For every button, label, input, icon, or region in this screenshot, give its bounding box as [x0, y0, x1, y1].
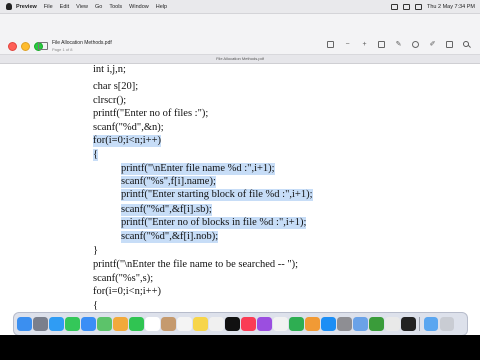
finder-icon[interactable]: [17, 316, 32, 332]
news-icon[interactable]: [273, 316, 288, 332]
code-line: printf("\nEnter file name %d :",i+1);: [121, 163, 275, 175]
menu-clock[interactable]: Thu 2 May 7:34 PM: [427, 4, 475, 10]
close-button[interactable]: [8, 42, 17, 51]
facetime-icon[interactable]: [129, 316, 144, 332]
page-indicator: Page 1 of 8: [52, 47, 73, 52]
preview-icon[interactable]: [353, 316, 368, 332]
menu-bar: Preview File Edit View Go Tools Window H…: [0, 0, 480, 14]
code-line: scanf("%s",f[i].name);: [121, 176, 216, 188]
launchpad-icon[interactable]: [33, 316, 48, 332]
letterbox-bar: [0, 335, 480, 360]
maps-icon[interactable]: [97, 316, 112, 332]
podcasts-icon[interactable]: [257, 316, 272, 332]
appstore-icon[interactable]: [321, 316, 336, 332]
share-icon[interactable]: [378, 41, 385, 48]
info-icon[interactable]: [327, 41, 334, 48]
menu-edit[interactable]: Edit: [60, 4, 69, 10]
search-icon[interactable]: [463, 41, 470, 48]
control-center-icon[interactable]: [415, 3, 422, 10]
form-icon[interactable]: [446, 41, 453, 48]
code-line: scanf("%d",&f[i].sb);: [121, 204, 212, 216]
downloads-icon[interactable]: [423, 316, 438, 332]
markup-icon[interactable]: ✐: [429, 41, 436, 48]
battery-icon[interactable]: [391, 3, 398, 10]
pages-icon[interactable]: [305, 316, 320, 332]
status-area: Thu 2 May 7:34 PM: [391, 0, 475, 13]
minimize-button[interactable]: [21, 42, 30, 51]
dock-separator: [419, 317, 420, 331]
menu-go[interactable]: Go: [95, 4, 102, 10]
settings-icon[interactable]: [337, 316, 352, 332]
zoom-in-icon[interactable]: +: [361, 41, 368, 48]
music-icon[interactable]: [241, 316, 256, 332]
code-line: for(i=0;i<n;i++): [93, 135, 162, 147]
safari-icon[interactable]: [49, 316, 64, 332]
code-line: char s[20];: [93, 81, 139, 92]
tab-filename: File Allocation Methods.pdf: [0, 55, 480, 64]
window-toolbar: File Allocation Methods.pdf Page 1 of 8 …: [0, 14, 480, 55]
code-line: printf("Enter no of files :");: [93, 108, 209, 119]
code-line: scanf("%d",&n);: [93, 122, 164, 133]
highlight-icon[interactable]: ✎: [395, 41, 402, 48]
code-line: clrscr();: [93, 95, 127, 106]
code-line: {: [93, 149, 99, 161]
menu-app-name[interactable]: Preview: [16, 4, 37, 10]
mail-icon[interactable]: [81, 316, 96, 332]
textedit-icon[interactable]: [385, 316, 400, 332]
photos-icon[interactable]: [113, 316, 128, 332]
contacts-icon[interactable]: [161, 316, 176, 332]
apple-icon[interactable]: [6, 3, 12, 10]
code-line: scanf("%s",s);: [93, 273, 154, 284]
code-line: printf("\nEnter the file name to be sear…: [93, 259, 299, 270]
sidebar-toggle-icon[interactable]: [38, 42, 48, 50]
trash-icon[interactable]: [439, 316, 454, 332]
screen: Preview File Edit View Go Tools Window H…: [0, 0, 480, 360]
numbers-icon[interactable]: [289, 316, 304, 332]
pdf-page[interactable]: int i,j,n; char s[20]; clrscr(); printf("En…: [0, 64, 480, 320]
menu-help[interactable]: Help: [156, 4, 167, 10]
code-line: for(i=0;i<n;i++): [93, 286, 162, 297]
rotate-icon[interactable]: [412, 41, 419, 48]
menu-tools[interactable]: Tools: [109, 4, 122, 10]
menu-file[interactable]: File: [44, 4, 53, 10]
terminal-icon[interactable]: [401, 316, 416, 332]
zoom-out-icon[interactable]: −: [344, 41, 351, 48]
tv-icon[interactable]: [225, 316, 240, 332]
code-line: int i,j,n;: [93, 64, 126, 75]
wifi-icon[interactable]: [403, 3, 410, 10]
toolbar-buttons: − + ✎ ✐: [327, 41, 470, 48]
messages-icon[interactable]: [65, 316, 80, 332]
code-line: }: [93, 245, 99, 256]
code-line: scanf("%d",&f[i].nob);: [121, 231, 219, 243]
menu-view[interactable]: View: [76, 4, 88, 10]
code-line: printf("Enter starting block of file %d …: [121, 189, 313, 201]
menu-window[interactable]: Window: [129, 4, 149, 10]
document-title: File Allocation Methods.pdf: [52, 40, 112, 46]
calendar-icon[interactable]: [145, 316, 160, 332]
code-line: {: [93, 300, 99, 311]
notes-icon[interactable]: [193, 316, 208, 332]
freeform-icon[interactable]: [209, 316, 224, 332]
vim-icon[interactable]: [369, 316, 384, 332]
code-line: printf("Enter no of blocks in file %d :"…: [121, 217, 307, 229]
reminders-icon[interactable]: [177, 316, 192, 332]
dock: [13, 312, 468, 336]
